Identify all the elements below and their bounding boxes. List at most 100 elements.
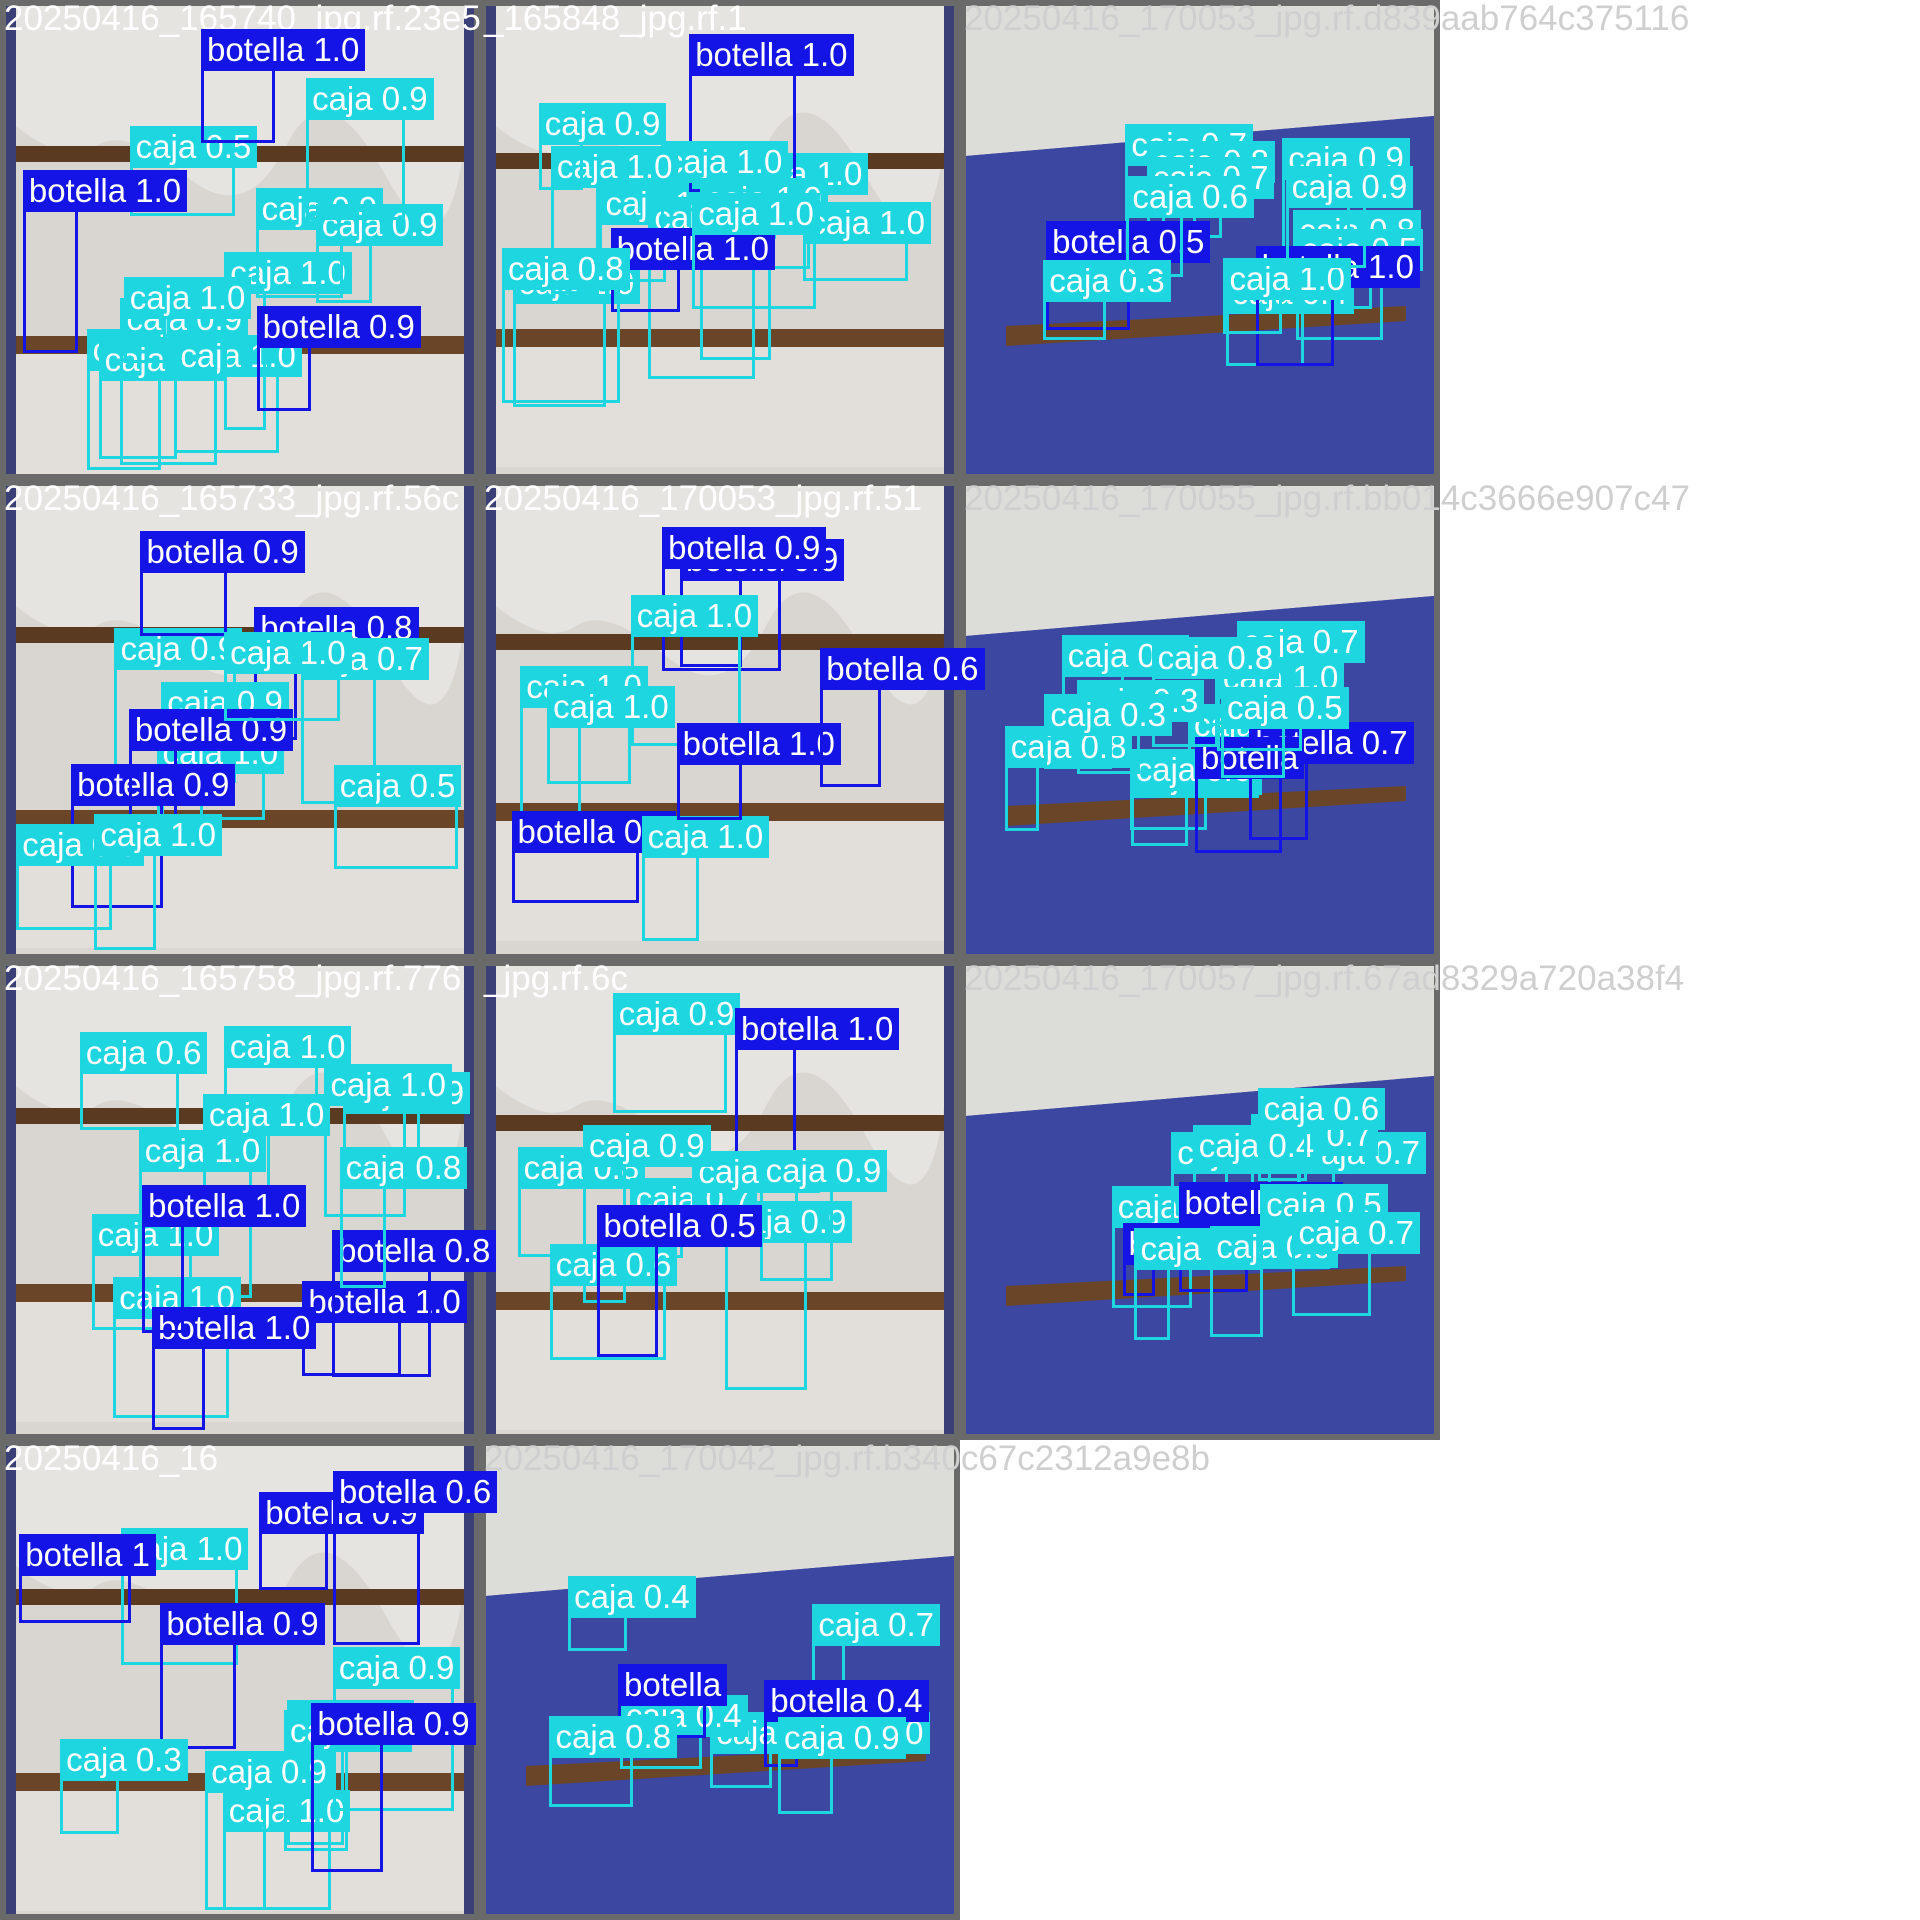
bottle-detection: botella 0.9 <box>259 1491 424 1590</box>
detection-label: caja 0.7 <box>812 1604 940 1646</box>
box-detection: caja 0.8 <box>549 1716 678 1807</box>
detection-label: botella <box>617 1663 728 1706</box>
tile-filename: 20250416_170042_jpg.rf.b340c67c2312a9e8b <box>484 1439 1210 1478</box>
detection-label: caja 0.9 <box>332 1647 461 1690</box>
detection-label: caja 1.0 <box>803 201 931 244</box>
box-detection: caja 1.0 <box>224 631 352 722</box>
detection-label: botella 1 <box>19 1534 157 1577</box>
box-detection: caja 1.0 <box>641 816 770 942</box>
detection-label: botella 0.6 <box>820 648 985 691</box>
tile-filename: 20250416_165758_jpg.rf.776 <box>4 959 462 998</box>
mosaic-tile: 20250416_170057_jpg.rf.67ad8329a720a38f4… <box>960 959 1684 1440</box>
box-detection: caja 0.8 <box>1004 725 1133 832</box>
box-detection: caja 0.3 <box>60 1738 188 1835</box>
bottle-detection: botella 1.0 <box>201 29 366 143</box>
detection-label: botella 1.0 <box>689 33 854 76</box>
box-detection: caja 0.70.81.0 <box>710 1712 930 1788</box>
box-detection: caja 1.0 <box>94 814 222 950</box>
detection-label: caja 0.6 <box>79 1032 208 1075</box>
box-detection: caja 1.0 <box>324 1063 453 1217</box>
box-detection: caja 0.9 <box>759 1149 888 1281</box>
box-detection: caja 1.0 <box>1134 1228 1263 1341</box>
bottle-detection: botella <box>1195 737 1305 854</box>
mosaic-tile: 20250416_170053_jpg.rf.d839aab764c375116… <box>960 0 1689 480</box>
box-detection: caja 0.9 <box>205 1751 333 1910</box>
detection-label: botella 0.9 <box>662 526 827 569</box>
detection-label: botella 0.9 <box>140 530 305 573</box>
box-detection: caja 0.9 <box>1210 1226 1338 1338</box>
box-detection: caja 0.3 <box>1044 693 1173 769</box>
bottle-detection: botella 1.0 <box>152 1307 317 1430</box>
tile-filename: 20250416_170055_jpg.rf.bb014c3666e907c47 <box>964 479 1690 518</box>
detection-label: botella 0.9 <box>311 1703 476 1746</box>
detection-label: caja 1.0 <box>692 192 820 235</box>
detection-mosaic: 20250416_165740_jpg.rf.23e5caja 0.9caja … <box>0 0 1920 1920</box>
box-detection: caja 1.0 <box>1223 257 1352 335</box>
box-detection: caja 1.0 <box>803 201 931 281</box>
bottle-detection: botella 1.0 <box>735 1008 900 1157</box>
detection-label: caja 0.9 <box>612 992 741 1035</box>
detection-label: botella 0.4 <box>764 1679 929 1722</box>
detection-label: botella 0.9 <box>256 306 421 349</box>
detection-label: botella 1.0 <box>22 170 188 213</box>
box-detection: caja 0.9 <box>612 992 741 1114</box>
box-detection: caja 1.0 <box>692 192 820 309</box>
detection-label: caja 1.0 <box>324 1063 453 1106</box>
detection-label: botella 1.0 <box>201 29 366 72</box>
detection-label: caja 0.5 <box>1221 686 1349 729</box>
detection-label: caja 0.9 <box>306 78 434 121</box>
bottle-detection: botella 0.9 <box>256 306 421 411</box>
box-detection: caja 0.5 <box>1221 686 1349 779</box>
detection-label: caja 1.0 <box>547 685 675 728</box>
box-detection: caja 0.5 <box>333 764 462 869</box>
detection-label: botella 1.0 <box>142 1185 307 1228</box>
detection-label: caja 0.9 <box>538 102 667 145</box>
tile-filename: 20250416_170053_jpg.rf.51 <box>484 479 922 518</box>
detection-label: caja 1.0 <box>224 631 352 674</box>
detection-label: botella 0.5 <box>597 1205 762 1248</box>
mosaic-tile: 20250416_165740_jpg.rf.23e5caja 0.9caja … <box>0 0 481 480</box>
bottle-detection: botella 1.0 <box>22 170 188 353</box>
mosaic-tile: 20250416_170053_jpg.rf.51botella 0.9 bote… <box>480 479 985 960</box>
mosaic-tile: _165848_jpg.rf.1caja 1.0caja 1.0caja 1.0… <box>480 0 960 480</box>
bottle-detection: botella 0.6 <box>333 1470 498 1646</box>
detection-label: caja 0.8 <box>1151 636 1280 679</box>
detection-label: caja 0.3 <box>60 1738 188 1781</box>
detection-label: caja 1.0 <box>660 141 789 184</box>
box-detection: caja 0.9 <box>778 1717 906 1815</box>
detection-label: caja 0.8 <box>549 1716 678 1759</box>
detection-label: botella 1.0 <box>735 1008 900 1051</box>
detection-label: caja 0.9 <box>583 1124 711 1167</box>
detection-label: caja 1.0 <box>630 594 759 637</box>
box-detection: caja 1.0 <box>123 276 252 363</box>
bottle-detection: botella 1 <box>19 1534 157 1623</box>
box-detection: caja 0.4 <box>568 1576 696 1651</box>
detection-label: caja 0.7 <box>1292 1211 1421 1254</box>
box-detection: caja 0.6 <box>79 1032 208 1130</box>
mosaic-tile: _jpg.rf.6c caja 0.8 caja 0.9 caja 0.9 caja 0… <box>480 959 960 1440</box>
box-detection: caja 0.6 <box>1257 1087 1386 1181</box>
box-detection: caja 0.9 <box>538 102 667 191</box>
detection-label: caja 1.0 <box>94 814 222 857</box>
bottle-detection: botella 0.9 <box>140 530 305 637</box>
box-detection: caja 0.9 <box>315 204 444 303</box>
box-detection: caja 0.3 <box>1043 260 1171 341</box>
tile-filename: 20250416_16 <box>4 1439 219 1478</box>
detection-label: caja 0.8 <box>502 247 630 290</box>
detection-label: botella 1.0 <box>676 722 841 765</box>
detection-label: caja 1.0 <box>223 1026 352 1069</box>
box-detection: caja 0.9 <box>1285 166 1414 269</box>
tile-filename: 20250416_170053_jpg.rf.d839aab764c375116 <box>964 0 1690 38</box>
bottle-detection: botella 0.9 <box>511 810 676 904</box>
detection-label: caja 0.4 <box>568 1576 696 1619</box>
tile-filename: 20250416_170057_jpg.rf.67ad8329a720a38f4 <box>964 959 1685 998</box>
detection-label: caja 1.0 <box>202 1093 331 1136</box>
bottle-detection: botella 0.9 <box>160 1603 325 1749</box>
detection-label: caja 0.9 <box>759 1149 888 1192</box>
detection-label: caja 1.0 <box>123 276 252 319</box>
tile-filename: _jpg.rf.6c <box>484 959 628 998</box>
mosaic-tile: 20250416_16botella 0.9caja 1.0caja 1.0ca… <box>0 1439 498 1920</box>
box-detection: caja 0.7 <box>1292 1211 1421 1316</box>
bottle-detection: botella 1.0 <box>142 1185 307 1333</box>
bottle-detection: botella 0.5 <box>597 1205 762 1357</box>
